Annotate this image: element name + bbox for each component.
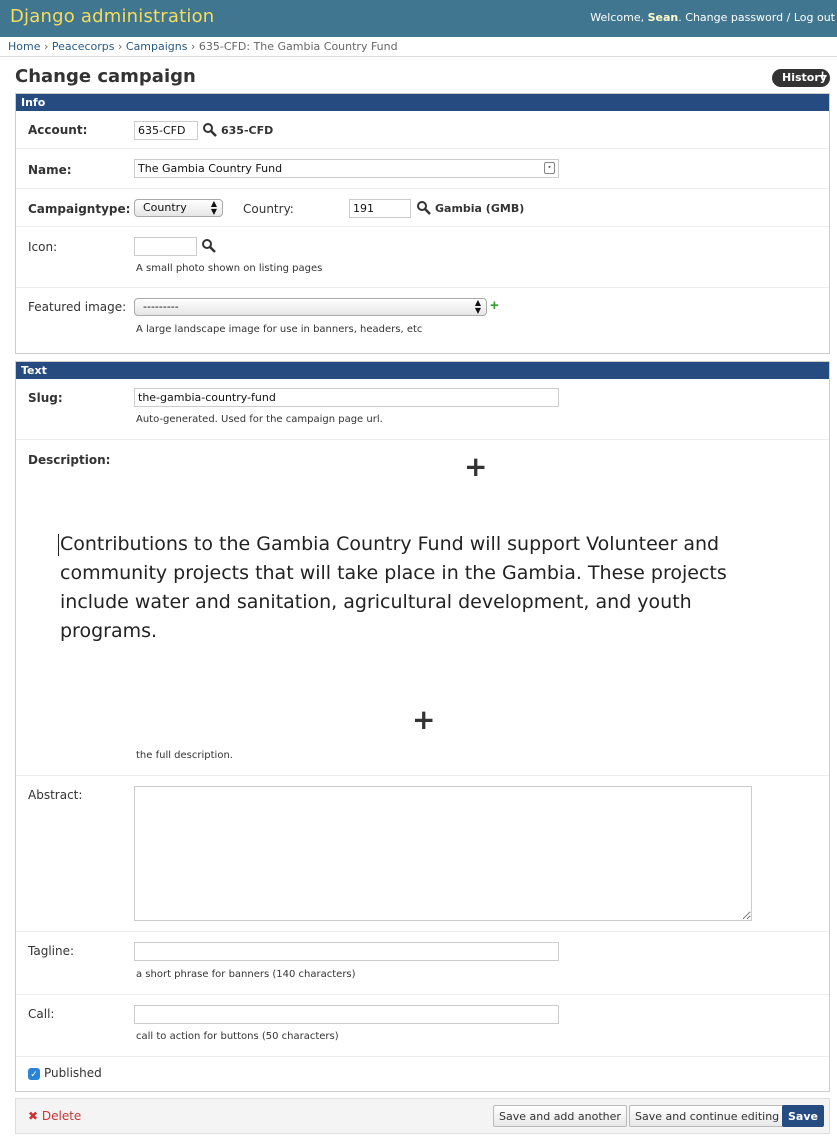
search-icon[interactable] <box>416 200 432 216</box>
user-tools: Welcome, Sean. Change password / Log out <box>590 11 835 24</box>
select-arrows-icon: ▲ ▼ <box>474 298 481 315</box>
save-and-continue-button[interactable]: Save and continue editing <box>629 1105 786 1127</box>
country-label: Country: <box>243 202 294 216</box>
description-editor[interactable]: Contributions to the Gambia Country Fund… <box>58 530 780 646</box>
featured-image-help: A large landscape image for use in banne… <box>136 324 423 335</box>
published-label[interactable]: Published <box>44 1066 102 1080</box>
campaigntype-row: Campaigntype: Country ▲ ▼ Country: 191 Ga… <box>16 189 829 227</box>
add-plus-icon[interactable]: + <box>490 297 499 314</box>
add-block-plus-icon[interactable]: + <box>412 703 435 736</box>
save-and-add-another-button[interactable]: Save and add another <box>493 1105 627 1127</box>
country-input[interactable]: 191 <box>349 199 411 218</box>
campaigntype-label: Campaigntype: <box>28 202 131 216</box>
info-fieldset: Info Account: 635-CFD 635-CFD Name: The … <box>15 93 830 354</box>
icon-help: A small photo shown on listing pages <box>136 263 323 274</box>
account-row: Account: 635-CFD 635-CFD <box>16 111 829 149</box>
name-label: Name: <box>28 163 72 177</box>
history-button[interactable]: History + <box>772 69 830 87</box>
account-input[interactable]: 635-CFD <box>134 121 198 140</box>
abstract-textarea[interactable] <box>134 786 752 921</box>
description-help: the full description. <box>136 750 233 761</box>
call-help: call to action for buttons (50 character… <box>136 1031 339 1042</box>
featured-image-row: Featured image: --------- ▲ ▼ + A large l… <box>16 288 829 349</box>
username: Sean <box>647 11 679 24</box>
call-row: Call: call to action for buttons (50 cha… <box>16 995 829 1057</box>
tagline-help: a short phrase for banners (140 characte… <box>136 969 356 980</box>
add-block-plus-icon[interactable]: + <box>464 450 487 483</box>
delete-link[interactable]: ✖ Delete <box>28 1109 81 1123</box>
welcome-text: Welcome, <box>590 11 645 24</box>
plus-icon: + <box>817 69 828 84</box>
text-heading: Text <box>16 362 829 379</box>
breadcrumb-campaigns[interactable]: Campaigns <box>126 40 188 53</box>
info-heading: Info <box>16 94 829 111</box>
slug-label: Slug: <box>28 391 63 405</box>
breadcrumb-separator: › <box>191 40 196 53</box>
country-lookup-text: Gambia (GMB) <box>435 202 525 215</box>
tagline-label: Tagline: <box>28 944 75 958</box>
breadcrumb-home[interactable]: Home <box>8 40 40 53</box>
site-brand[interactable]: Django administration <box>10 6 214 27</box>
featured-image-value: --------- <box>143 300 179 313</box>
change-password-link[interactable]: Change password <box>685 11 783 24</box>
breadcrumb-peacecorps[interactable]: Peacecorps <box>52 40 115 53</box>
featured-image-select[interactable]: --------- ▲ ▼ <box>134 298 487 316</box>
abstract-row: Abstract: <box>16 776 829 932</box>
call-input[interactable] <box>134 1005 559 1024</box>
description-label: Description: <box>28 453 111 467</box>
account-label: Account: <box>28 123 88 137</box>
slug-input[interactable]: the-gambia-country-fund <box>134 388 559 407</box>
icon-label: Icon: <box>28 240 58 254</box>
name-input[interactable]: The Gambia Country Fund <box>134 159 559 178</box>
campaigntype-value: Country <box>143 201 187 214</box>
slug-help: Auto-generated. Used for the campaign pa… <box>136 414 383 425</box>
admin-header: Django administration Welcome, Sean. Cha… <box>0 0 837 37</box>
log-out-link[interactable]: Log out <box>794 11 835 24</box>
tagline-input[interactable] <box>134 942 559 961</box>
breadcrumb: Home › Peacecorps › Campaigns › 635-CFD:… <box>0 37 837 57</box>
campaigntype-select[interactable]: Country ▲ ▼ <box>134 199 223 217</box>
slug-row: Slug: the-gambia-country-fund Auto-gener… <box>16 379 829 440</box>
delete-label: Delete <box>41 1109 82 1123</box>
tagline-row: Tagline: a short phrase for banners (140… <box>16 932 829 995</box>
search-icon[interactable] <box>202 122 218 138</box>
contact-card-icon: ▪ <box>544 162 555 174</box>
account-lookup-text: 635-CFD <box>221 124 274 137</box>
breadcrumb-separator: › <box>117 40 123 53</box>
published-row: ✓ Published <box>16 1057 829 1090</box>
published-checkbox[interactable]: ✓ <box>28 1068 40 1080</box>
text-fieldset: Text Slug: the-gambia-country-fund Auto-… <box>15 361 830 1092</box>
submit-row: ✖ Delete Save and add another Save and c… <box>15 1098 830 1134</box>
featured-image-label: Featured image: <box>28 300 127 314</box>
name-row: Name: The Gambia Country Fund ▪ <box>16 149 829 189</box>
icon-row: Icon: A small photo shown on listing pag… <box>16 227 829 288</box>
abstract-label: Abstract: <box>28 788 83 802</box>
breadcrumb-current: 635-CFD: The Gambia Country Fund <box>198 40 398 53</box>
page-title: Change campaign <box>15 66 196 87</box>
delete-x-icon: ✖ <box>28 1109 39 1123</box>
tools-separator: / <box>786 11 791 24</box>
breadcrumb-separator: › <box>43 40 49 53</box>
select-arrows-icon: ▲ ▼ <box>210 199 217 216</box>
description-row: Description: + Contributions to the Gamb… <box>16 440 829 776</box>
search-icon[interactable] <box>201 238 217 254</box>
call-label: Call: <box>28 1007 55 1021</box>
icon-input[interactable] <box>134 237 197 256</box>
save-button[interactable]: Save <box>782 1105 824 1127</box>
